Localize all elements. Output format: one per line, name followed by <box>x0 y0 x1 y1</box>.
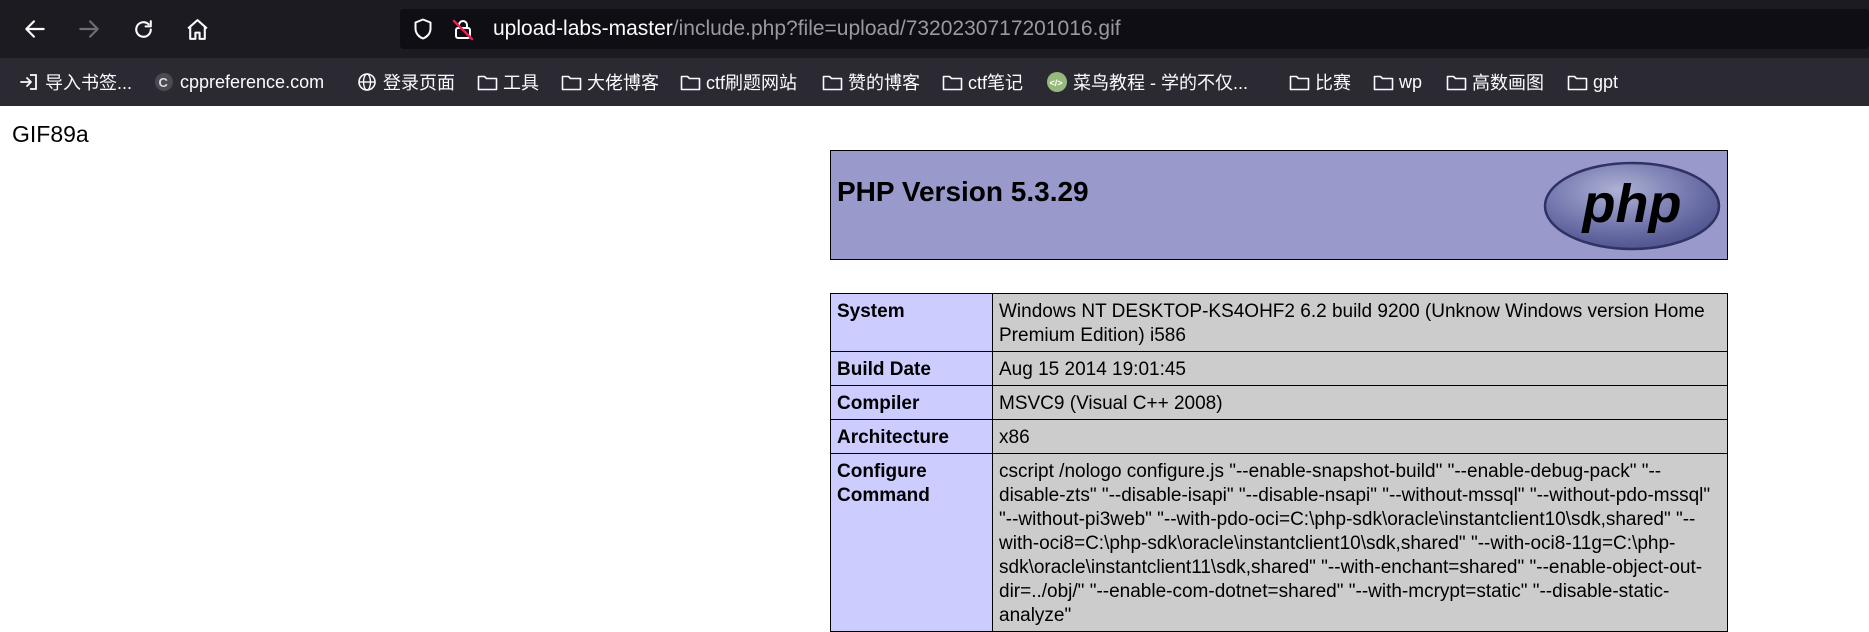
bookmark-folder-ctf-sites[interactable]: ctf刷题网站 <box>679 68 797 96</box>
bookmark-label: ctf笔记 <box>968 73 1024 93</box>
bookmark-folder-contests[interactable]: 比赛 <box>1288 68 1351 96</box>
reload-button[interactable] <box>127 13 159 45</box>
row-key: System <box>830 293 993 352</box>
globe-icon <box>356 71 378 93</box>
row-key: Compiler <box>830 385 993 420</box>
row-value: Aug 15 2014 19:01:45 <box>992 351 1728 386</box>
bookmark-login-page[interactable]: 登录页面 <box>356 68 455 96</box>
reload-icon <box>134 19 152 38</box>
bookmark-folder-wp[interactable]: wp <box>1372 68 1422 96</box>
row-value: MSVC9 (Visual C++ 2008) <box>992 385 1728 420</box>
bookmark-label: wp <box>1399 71 1423 92</box>
bookmark-runoob[interactable]: </> 菜鸟教程 - 学的不仅... <box>1046 68 1248 96</box>
phpinfo-header: PHP Version 5.3.29 php <box>830 150 1728 260</box>
back-button[interactable] <box>19 13 51 45</box>
table-row: Build Date Aug 15 2014 19:01:45 <box>830 351 1728 386</box>
bookmark-label: cppreference.com <box>180 71 325 92</box>
forward-arrow-icon <box>79 20 99 38</box>
table-row: Architecture x86 <box>830 419 1728 454</box>
row-value: cscript /nologo configure.js "--enable-s… <box>992 453 1728 632</box>
bookmark-label: 导入书签... <box>45 73 133 93</box>
folder-icon <box>821 71 843 93</box>
site-icon: C <box>153 71 175 93</box>
url-host: upload-labs-master <box>493 17 673 40</box>
table-row: Configure Command cscript /nologo config… <box>830 453 1728 632</box>
row-value: x86 <box>992 419 1728 454</box>
bookmark-cppreference[interactable]: C cppreference.com <box>153 68 324 96</box>
tracking-shield-icon[interactable] <box>412 18 434 40</box>
bookmark-label: 工具 <box>503 73 539 93</box>
home-icon <box>186 18 208 40</box>
phpinfo-table: System Windows NT DESKTOP-KS4OHF2 6.2 bu… <box>830 293 1728 632</box>
bookmark-label: 高数画图 <box>1472 73 1544 93</box>
import-icon <box>18 71 40 93</box>
svg-text:</>: </> <box>1050 78 1063 88</box>
bookmark-label: 赞的博客 <box>848 73 920 93</box>
url-path: /include.php?file=upload/732023071720101… <box>672 17 1121 40</box>
browser-toolbar: upload-labs-master/include.php?file=uplo… <box>0 0 1869 58</box>
folder-icon <box>1566 71 1588 93</box>
php-logo: php <box>1543 161 1721 251</box>
folder-icon <box>1288 71 1310 93</box>
folder-icon <box>1445 71 1467 93</box>
bookmark-label: 登录页面 <box>383 73 455 93</box>
table-row: Compiler MSVC9 (Visual C++ 2008) <box>830 385 1728 420</box>
row-value: Windows NT DESKTOP-KS4OHF2 6.2 build 920… <box>992 293 1728 352</box>
url-text[interactable]: upload-labs-master/include.php?file=uplo… <box>493 9 1121 49</box>
bookmarks-toolbar: 导入书签... C cppreference.com 登录页面 工具 大佬博客 … <box>0 58 1869 106</box>
table-row: System Windows NT DESKTOP-KS4OHF2 6.2 bu… <box>830 293 1728 352</box>
row-key: Configure Command <box>830 453 993 632</box>
gif-header-text: GIF89a <box>12 121 89 147</box>
bookmark-folder-gpt[interactable]: gpt <box>1566 68 1618 96</box>
row-key: Architecture <box>830 419 993 454</box>
svg-text:C: C <box>159 75 169 90</box>
folder-icon <box>1372 71 1394 93</box>
bookmark-folder-math-plot[interactable]: 高数画图 <box>1445 68 1544 96</box>
row-key: Build Date <box>830 351 993 386</box>
runoob-icon: </> <box>1046 71 1068 93</box>
bookmark-folder-tools[interactable]: 工具 <box>476 68 539 96</box>
folder-icon <box>679 71 701 93</box>
address-bar[interactable]: upload-labs-master/include.php?file=uplo… <box>400 9 1869 49</box>
svg-text:php: php <box>1581 174 1682 234</box>
bookmark-label: 菜鸟教程 - 学的不仅... <box>1073 73 1248 93</box>
folder-icon <box>560 71 582 93</box>
bookmark-label: 大佬博客 <box>587 73 659 93</box>
page-title: PHP Version 5.3.29 <box>837 176 1089 207</box>
home-button[interactable] <box>181 13 213 45</box>
insecure-lock-icon[interactable] <box>452 18 474 40</box>
folder-icon <box>941 71 963 93</box>
forward-button[interactable] <box>73 13 105 45</box>
folder-icon <box>476 71 498 93</box>
bookmark-label: 比赛 <box>1315 73 1351 93</box>
bookmark-label: gpt <box>1593 71 1619 92</box>
back-arrow-icon <box>25 20 45 38</box>
bookmark-folder-ctf-notes[interactable]: ctf笔记 <box>941 68 1023 96</box>
bookmark-folder-blogs[interactable]: 大佬博客 <box>560 68 659 96</box>
bookmark-folder-zan-blog[interactable]: 赞的博客 <box>821 68 920 96</box>
bookmark-label: ctf刷题网站 <box>706 73 798 93</box>
bookmark-import[interactable]: 导入书签... <box>18 68 132 96</box>
